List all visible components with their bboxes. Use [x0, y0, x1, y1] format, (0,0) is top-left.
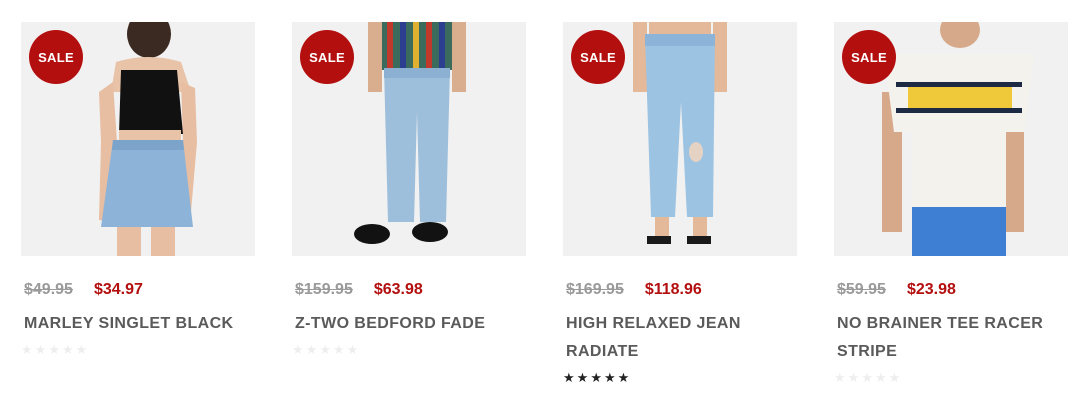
product-card: SALE $59.95 $23.98 NO BRAINER TEE RACER …	[834, 22, 1070, 386]
star-icon: ★	[34, 342, 49, 357]
sale-badge: SALE	[842, 30, 896, 84]
star-icon: ★	[346, 342, 361, 357]
star-icon: ★	[861, 370, 875, 385]
star-icon: ★	[576, 370, 591, 385]
sale-price: $118.96	[644, 281, 702, 298]
sale-badge: SALE	[571, 30, 625, 84]
star-icon: ★	[319, 342, 333, 357]
price-row: $49.95 $34.97	[21, 280, 257, 300]
sale-price: $23.98	[906, 281, 956, 298]
product-title[interactable]: HIGH RELAXED JEAN RADIATE	[563, 310, 796, 366]
product-card: SALE $169.95 $118.96 HIGH RELAXED JEAN R…	[563, 22, 799, 386]
star-icon: ★	[590, 370, 604, 385]
star-rating: ★★★★★	[563, 370, 799, 386]
product-grid: SALE $49.95 $34.97 MARLEY SINGLET BLACK …	[0, 0, 1080, 401]
price-row: $59.95 $23.98	[834, 280, 1070, 300]
star-icon: ★	[834, 370, 848, 385]
original-price: $49.95	[24, 281, 73, 298]
star-icon: ★	[305, 342, 320, 357]
product-title[interactable]: MARLEY SINGLET BLACK	[21, 310, 254, 338]
star-rating: ★★★★★	[21, 342, 257, 358]
product-card: SALE $159.95 $63.98 Z-TWO BEDFORD FADE ★…	[292, 22, 528, 358]
star-icon: ★	[888, 370, 903, 385]
original-price: $169.95	[566, 281, 624, 298]
star-icon: ★	[563, 370, 577, 385]
product-card: SALE $49.95 $34.97 MARLEY SINGLET BLACK …	[21, 22, 257, 358]
star-icon: ★	[332, 342, 347, 357]
star-icon: ★	[617, 370, 632, 385]
star-icon: ★	[75, 342, 90, 357]
star-rating: ★★★★★	[834, 370, 1070, 386]
product-image[interactable]: SALE	[292, 22, 526, 256]
sale-price: $34.97	[93, 281, 143, 298]
star-icon: ★	[603, 370, 618, 385]
star-icon: ★	[21, 342, 35, 357]
product-image[interactable]: SALE	[563, 22, 797, 256]
price-row: $169.95 $118.96	[563, 280, 799, 300]
sale-badge: SALE	[300, 30, 354, 84]
sale-price: $63.98	[373, 281, 423, 298]
star-icon: ★	[61, 342, 76, 357]
star-rating: ★★★★★	[292, 342, 528, 358]
original-price: $59.95	[837, 281, 886, 298]
product-image[interactable]: SALE	[21, 22, 255, 256]
product-title[interactable]: NO BRAINER TEE RACER STRIPE	[834, 310, 1067, 366]
product-title[interactable]: Z-TWO BEDFORD FADE	[292, 310, 525, 338]
sale-badge: SALE	[29, 30, 83, 84]
star-icon: ★	[48, 342, 62, 357]
star-icon: ★	[874, 370, 889, 385]
product-image[interactable]: SALE	[834, 22, 1068, 256]
price-row: $159.95 $63.98	[292, 280, 528, 300]
star-icon: ★	[847, 370, 862, 385]
original-price: $159.95	[295, 281, 353, 298]
star-icon: ★	[292, 342, 306, 357]
